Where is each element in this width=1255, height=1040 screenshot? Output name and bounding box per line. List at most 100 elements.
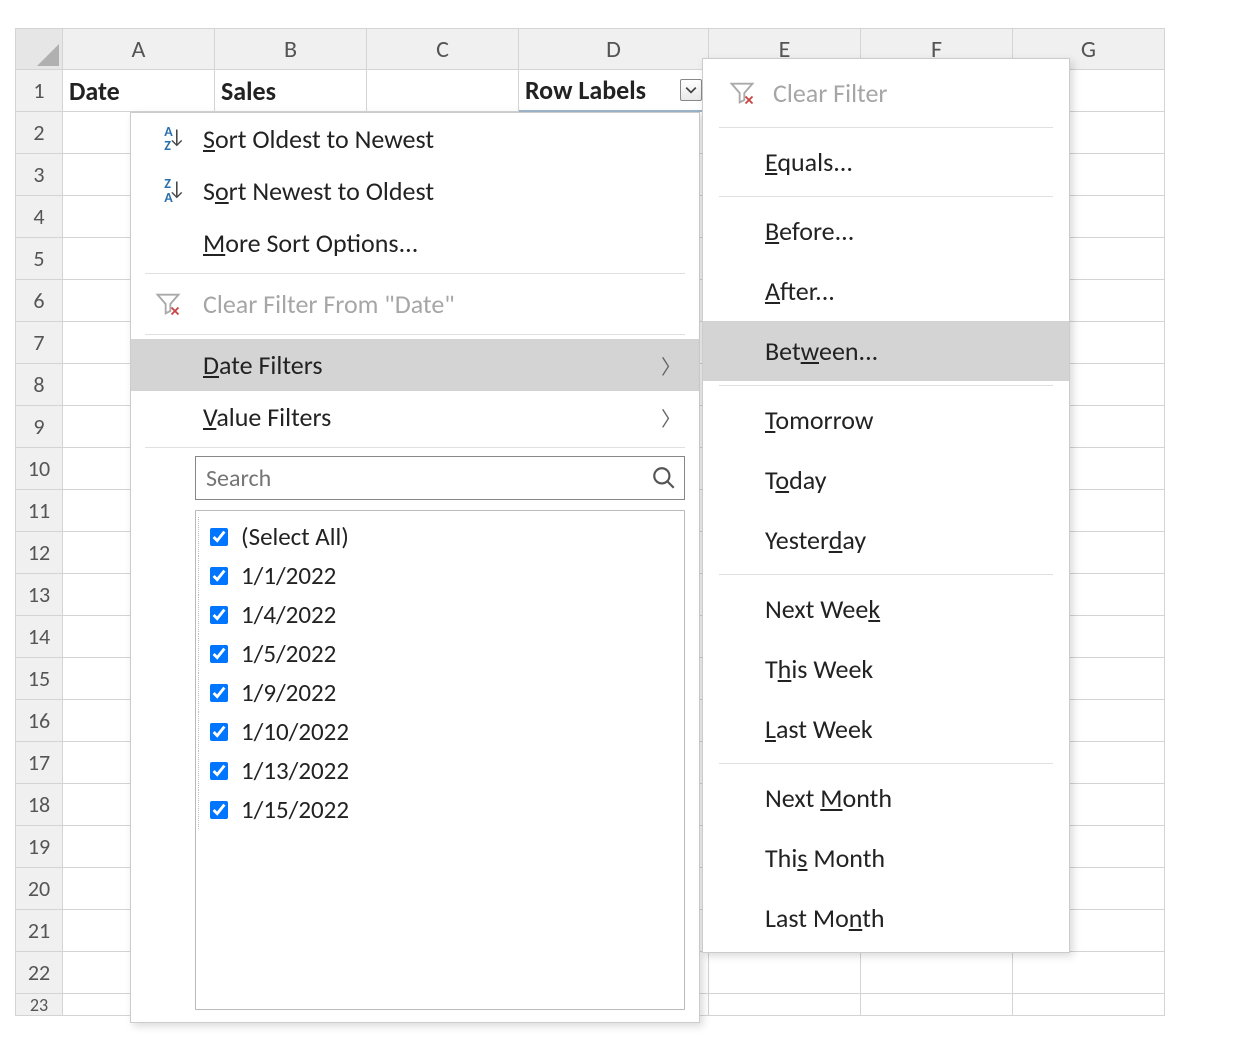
- row-header[interactable]: 6: [15, 280, 63, 322]
- row-header[interactable]: 13: [15, 574, 63, 616]
- cell-B1[interactable]: Sales: [215, 70, 367, 112]
- last-month-item[interactable]: Last Month: [703, 888, 1069, 948]
- cell-A1[interactable]: Date: [63, 70, 215, 112]
- menu-item-label: Last Week: [765, 713, 1051, 745]
- filter-value-select-all[interactable]: (Select All): [206, 517, 674, 556]
- filter-value-label: 1/4/2022: [241, 599, 336, 630]
- sort-ascending-icon: AZ↓: [151, 125, 185, 153]
- filter-value-label: 1/10/2022: [241, 716, 349, 747]
- filter-value-item[interactable]: 1/5/2022: [206, 634, 674, 673]
- sort-newest-to-oldest-item[interactable]: ZA↓ Sort Newest to Oldest: [131, 165, 699, 217]
- row-header[interactable]: 16: [15, 700, 63, 742]
- menu-item-label: Next Week: [765, 593, 1051, 625]
- row-header[interactable]: 20: [15, 868, 63, 910]
- before-item[interactable]: Before...: [703, 201, 1069, 261]
- filter-value-item[interactable]: 1/15/2022: [206, 790, 674, 829]
- next-week-item[interactable]: Next Week: [703, 579, 1069, 639]
- row-header[interactable]: 12: [15, 532, 63, 574]
- pivot-row-labels-text: Row Labels: [525, 74, 646, 106]
- checkbox[interactable]: [210, 567, 228, 585]
- column-header-A[interactable]: A: [63, 28, 215, 70]
- filter-value-label: 1/9/2022: [241, 677, 336, 708]
- submenu-arrow-icon: 〉: [661, 351, 681, 380]
- between-item[interactable]: Between...: [703, 321, 1069, 381]
- value-filters-item[interactable]: Value Filters 〉: [131, 391, 699, 443]
- row-header[interactable]: 22: [15, 952, 63, 994]
- menu-separator: [719, 196, 1053, 197]
- menu-item-label: Today: [765, 464, 1051, 496]
- cell-D1-pivot-row-labels[interactable]: Row Labels: [519, 70, 709, 112]
- pivot-filter-dropdown-button[interactable]: [680, 79, 702, 101]
- column-header-B[interactable]: B: [215, 28, 367, 70]
- yesterday-item[interactable]: Yesterday: [703, 510, 1069, 570]
- menu-item-label: Equals...: [765, 146, 1051, 178]
- row-header[interactable]: 1: [15, 70, 63, 112]
- cell[interactable]: [861, 952, 1013, 994]
- row-header[interactable]: 9: [15, 406, 63, 448]
- checkbox[interactable]: [210, 645, 228, 663]
- menu-item-label: Sort Oldest to Newest: [203, 123, 681, 155]
- checkbox[interactable]: [210, 723, 228, 741]
- row-header[interactable]: 4: [15, 196, 63, 238]
- column-header-C[interactable]: C: [367, 28, 519, 70]
- tomorrow-item[interactable]: Tomorrow: [703, 390, 1069, 450]
- row-header[interactable]: 5: [15, 238, 63, 280]
- row-header[interactable]: 10: [15, 448, 63, 490]
- row-header[interactable]: 17: [15, 742, 63, 784]
- filter-values-list: (Select All) 1/1/2022 1/4/2022 1/5/2022 …: [195, 510, 685, 1010]
- cell[interactable]: [1013, 952, 1165, 994]
- chevron-down-icon: [685, 84, 697, 96]
- menu-item-label: Next Month: [765, 782, 1051, 814]
- last-week-item[interactable]: Last Week: [703, 699, 1069, 759]
- filter-value-label: 1/13/2022: [241, 755, 349, 786]
- row-header[interactable]: 3: [15, 154, 63, 196]
- checkbox[interactable]: [210, 762, 228, 780]
- checkbox[interactable]: [210, 684, 228, 702]
- more-sort-options-item[interactable]: More Sort Options...: [131, 217, 699, 269]
- today-item[interactable]: Today: [703, 450, 1069, 510]
- row-header[interactable]: 19: [15, 826, 63, 868]
- cell[interactable]: [1013, 994, 1165, 1016]
- cell[interactable]: [709, 952, 861, 994]
- menu-separator: [145, 273, 685, 274]
- column-header-D[interactable]: D: [519, 28, 709, 70]
- row-header[interactable]: 21: [15, 910, 63, 952]
- menu-item-label: Yesterday: [765, 524, 1051, 556]
- row-header[interactable]: 8: [15, 364, 63, 406]
- filter-value-item[interactable]: 1/13/2022: [206, 751, 674, 790]
- menu-item-label: More Sort Options...: [203, 227, 681, 259]
- filter-search-input[interactable]: [195, 456, 685, 500]
- filter-value-label: 1/5/2022: [241, 638, 336, 669]
- filter-value-item[interactable]: 1/4/2022: [206, 595, 674, 634]
- select-all-corner[interactable]: [15, 28, 63, 70]
- row-header[interactable]: 15: [15, 658, 63, 700]
- filter-value-item[interactable]: 1/1/2022: [206, 556, 674, 595]
- checkbox[interactable]: [210, 528, 228, 546]
- row-header[interactable]: 14: [15, 616, 63, 658]
- row-header[interactable]: 7: [15, 322, 63, 364]
- after-item[interactable]: After...: [703, 261, 1069, 321]
- next-month-item[interactable]: Next Month: [703, 768, 1069, 828]
- row-header[interactable]: 18: [15, 784, 63, 826]
- checkbox[interactable]: [210, 606, 228, 624]
- menu-separator: [145, 334, 685, 335]
- sort-oldest-to-newest-item[interactable]: AZ↓ Sort Oldest to Newest: [131, 113, 699, 165]
- row-header[interactable]: 11: [15, 490, 63, 532]
- submenu-arrow-icon: 〉: [661, 403, 681, 432]
- checkbox[interactable]: [210, 801, 228, 819]
- clear-filter-icon: [725, 79, 759, 107]
- cell[interactable]: [861, 994, 1013, 1016]
- this-month-item[interactable]: This Month: [703, 828, 1069, 888]
- cell[interactable]: [709, 994, 861, 1016]
- filter-search-wrap: [195, 456, 685, 500]
- this-week-item[interactable]: This Week: [703, 639, 1069, 699]
- filter-value-item[interactable]: 1/10/2022: [206, 712, 674, 751]
- filter-value-item[interactable]: 1/9/2022: [206, 673, 674, 712]
- equals-item[interactable]: Equals...: [703, 132, 1069, 192]
- row-header[interactable]: 23: [15, 994, 63, 1016]
- menu-item-label: Tomorrow: [765, 404, 1051, 436]
- date-filters-item[interactable]: Date Filters 〉: [131, 339, 699, 391]
- row-header[interactable]: 2: [15, 112, 63, 154]
- clear-filter-item: Clear Filter: [703, 63, 1069, 123]
- cell-C1[interactable]: [367, 70, 519, 112]
